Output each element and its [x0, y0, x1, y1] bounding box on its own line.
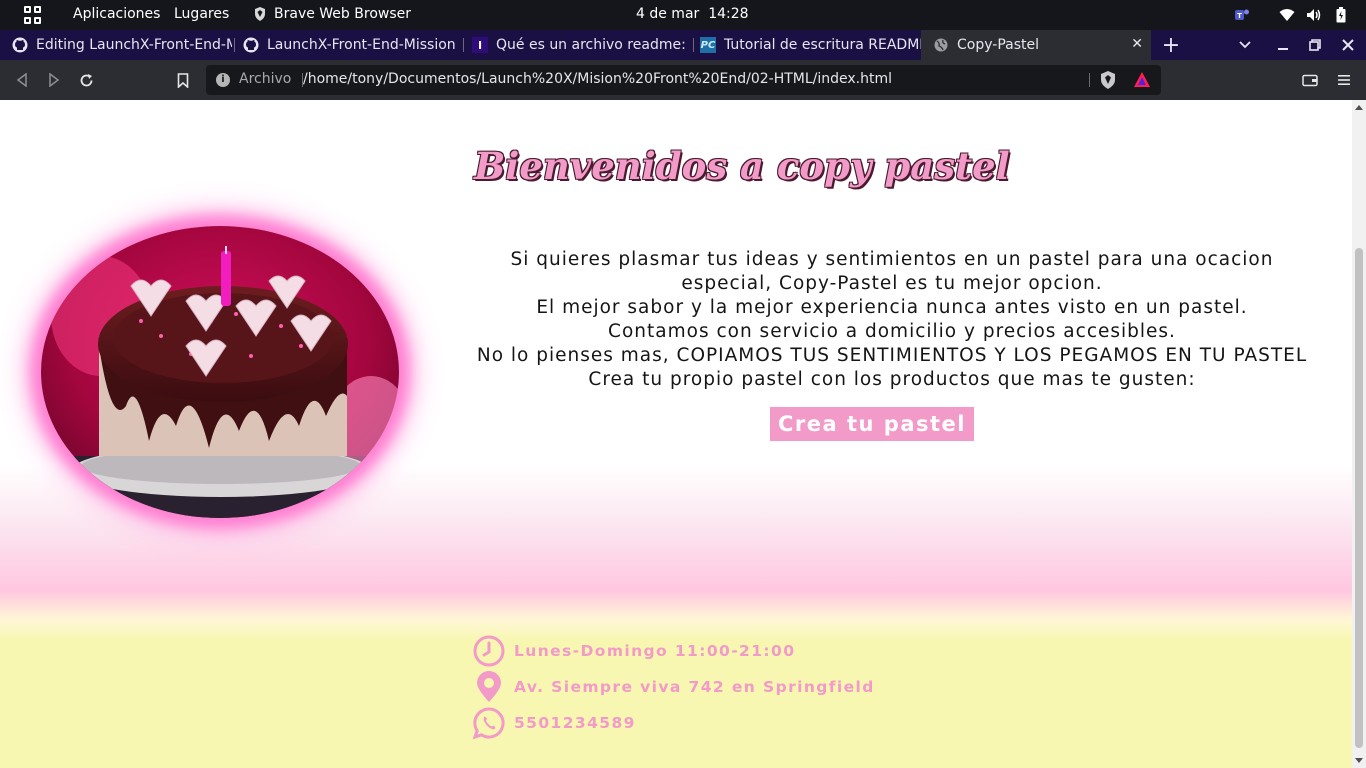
cake-image [41, 226, 399, 518]
github-icon [12, 37, 28, 53]
hours-text: Lunes-Domingo 11:00-21:00 [514, 642, 796, 660]
description-line: Crea tu propio pastel con los productos … [588, 369, 1196, 390]
new-tab-icon[interactable]: + [1156, 30, 1186, 60]
crea-tu-pastel-button[interactable]: Crea tu pastel [770, 407, 974, 441]
description-line: No lo pienses mas, COPIAMOS TUS SENTIMIE… [476, 345, 1308, 366]
tab-title: Qué es un archivo readme: ex [496, 37, 691, 53]
whatsapp-icon [472, 707, 505, 740]
phone-info: 5501234589 [472, 706, 636, 740]
file-scheme-label: Archivo [239, 71, 292, 87]
svg-text:T: T [1237, 12, 1242, 20]
clock-date: 4 de mar [636, 6, 700, 22]
bookmark-icon [177, 72, 189, 88]
reload-button[interactable] [74, 68, 98, 92]
tab-copy-pastel[interactable]: Copy-Pastel ✕ [921, 30, 1151, 60]
address-divider [1089, 73, 1090, 87]
tab-title: Tutorial de escritura README [724, 37, 921, 53]
app-menu[interactable]: Brave Web Browser [254, 6, 411, 22]
phone-text: 5501234589 [514, 714, 636, 732]
restore-window-icon[interactable] [1300, 30, 1330, 60]
forward-button[interactable] [42, 68, 66, 92]
pc-favicon-icon: PC [700, 37, 716, 53]
globe-icon [933, 37, 949, 53]
reload-icon [80, 73, 92, 86]
tab-readme-tutorial[interactable]: PC Tutorial de escritura README [688, 30, 921, 60]
github-icon [243, 37, 259, 53]
i-favicon-icon: I [472, 37, 488, 53]
main-menu-button[interactable] [1332, 68, 1356, 92]
tab-strip: Editing LaunchX-Front-End-Mission Launch… [0, 30, 1366, 60]
tab-title: Copy-Pastel [957, 37, 1039, 53]
forward-arrow-icon [49, 73, 60, 87]
app-menu-label: Brave Web Browser [274, 6, 411, 22]
teams-tray-icon[interactable]: T [1234, 5, 1250, 25]
address-text: Av. Siempre viva 742 en Springfield [514, 678, 875, 696]
address-bar[interactable]: i Archivo /home/tony/Documentos/Launch%2… [206, 65, 1161, 95]
tab-list-chevron-icon[interactable] [1230, 30, 1260, 60]
page-scrollbar[interactable] [1352, 100, 1366, 768]
scrollbar-thumb[interactable] [1355, 248, 1363, 748]
description-line: El mejor sabor y la mejor experiencia nu… [536, 297, 1248, 318]
page-title: Bienvenidos a copy pastel [474, 144, 1010, 188]
back-button[interactable] [10, 68, 34, 92]
close-tab-icon[interactable]: ✕ [1131, 36, 1143, 52]
back-arrow-icon [16, 73, 27, 87]
app-grid-icon[interactable] [24, 6, 42, 24]
wallet-button[interactable] [1298, 68, 1322, 92]
url-text[interactable]: /home/tony/Documentos/Launch%20X/Mision%… [303, 71, 892, 87]
tab-launchx-mission[interactable]: LaunchX-Front-End-Mission [231, 30, 460, 60]
tab-title: LaunchX-Front-End-Mission [267, 37, 456, 53]
map-pin-icon [477, 671, 501, 702]
bookmark-button[interactable] [171, 68, 195, 92]
brave-shields-icon[interactable] [1100, 71, 1116, 89]
wallet-icon [1302, 74, 1318, 86]
activities-menu[interactable]: Aplicaciones [73, 6, 160, 22]
tab-readme-que-es[interactable]: I Qué es un archivo readme: ex [460, 30, 691, 60]
tab-title: Editing LaunchX-Front-End-Mission [36, 37, 232, 53]
brave-icon [255, 7, 265, 21]
tab-editing-launchx[interactable]: Editing LaunchX-Front-End-Mission [0, 30, 232, 60]
description-line: Si quieres plasmar tus ideas y sentimien… [510, 249, 1274, 294]
clock[interactable]: 4 de mar 14:28 [636, 6, 749, 22]
hours-info: Lunes-Domingo 11:00-21:00 [472, 634, 795, 668]
hamburger-icon [1338, 75, 1350, 85]
page-viewport: Bienvenidos a copy pastel Si quieres pla… [0, 100, 1352, 768]
wifi-icon[interactable] [1279, 5, 1295, 25]
minimize-window-icon[interactable] [1268, 30, 1298, 60]
volume-icon[interactable] [1306, 5, 1322, 25]
scroll-down-icon[interactable] [1355, 758, 1363, 763]
clock-time: 14:28 [708, 6, 749, 22]
brave-rewards-icon[interactable] [1133, 71, 1151, 89]
navigation-toolbar: i Archivo /home/tony/Documentos/Launch%2… [0, 60, 1366, 100]
address-info: Av. Siempre viva 742 en Springfield [472, 670, 875, 704]
page-description: Si quieres plasmar tus ideas y sentimien… [462, 248, 1322, 392]
site-info-icon[interactable]: i [216, 73, 230, 87]
close-window-icon[interactable] [1333, 30, 1363, 60]
scroll-up-icon[interactable] [1355, 105, 1363, 110]
clock-icon [473, 635, 505, 667]
description-line: Contamos con servicio a domicilio y prec… [608, 321, 1176, 342]
places-menu[interactable]: Lugares [174, 6, 229, 22]
battery-icon[interactable] [1334, 5, 1348, 25]
system-top-bar: Aplicaciones Lugares Brave Web Browser 4… [0, 0, 1366, 30]
